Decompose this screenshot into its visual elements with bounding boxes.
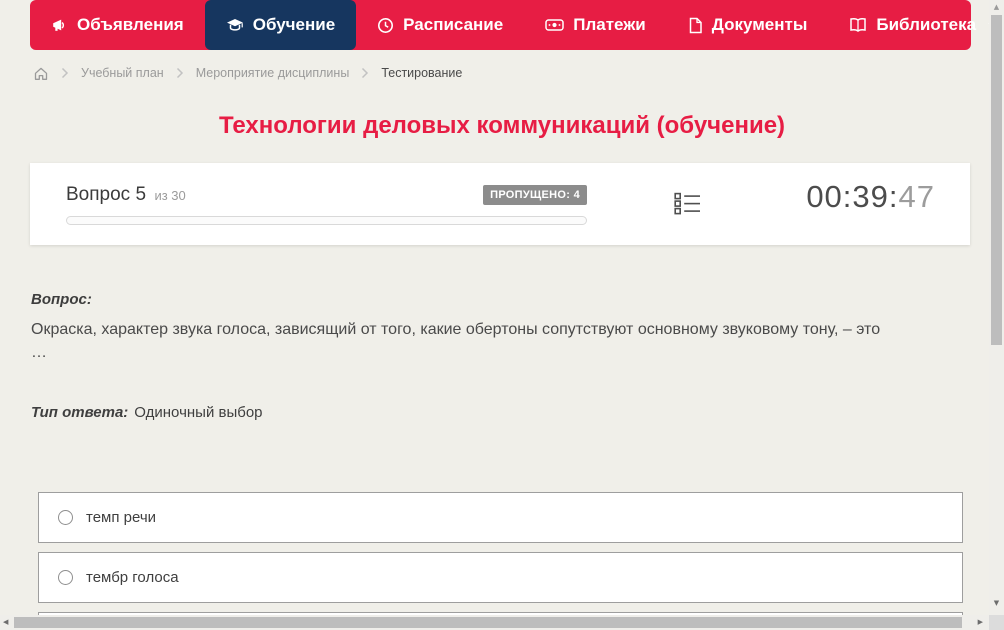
scroll-up-arrow-icon[interactable]: ▲ (989, 4, 1004, 11)
graduation-cap-icon (226, 17, 244, 34)
question-total: из 30 (154, 188, 186, 203)
document-icon (688, 17, 703, 34)
question-text-ellipsis: … (31, 344, 47, 361)
timer: 00:39:47 (806, 179, 935, 215)
chevron-right-icon (61, 67, 69, 79)
breadcrumb-item-discipline-event[interactable]: Мероприятие дисциплины (196, 66, 350, 80)
home-icon[interactable] (33, 66, 49, 81)
horizontal-scrollbar-thumb[interactable] (14, 617, 962, 628)
scroll-down-arrow-icon[interactable]: ▼ (989, 600, 1004, 607)
nav-item-announcements[interactable]: Объявления (30, 0, 205, 50)
answer-type-label: Тип ответа: (31, 404, 129, 421)
megaphone-icon (51, 17, 68, 34)
question-text: Окраска, характер звука голоса, зависящи… (31, 321, 881, 338)
banknote-icon (545, 17, 564, 33)
nav-item-label: Библиотека (876, 15, 977, 34)
page-title: Технологии деловых коммуникаций (обучени… (218, 112, 786, 139)
answer-option[interactable]: темп речи (38, 492, 963, 543)
answer-type: Тип ответа: Одиночный выбор (31, 404, 263, 421)
vertical-scrollbar-thumb[interactable] (991, 15, 1002, 345)
answer-option[interactable]: тембр голоса (38, 552, 963, 603)
radio-button[interactable] (58, 570, 73, 585)
clock-icon (377, 17, 394, 34)
vertical-scrollbar[interactable]: ▲ ▼ (989, 0, 1004, 630)
breadcrumb-item-testing: Тестирование (381, 66, 463, 80)
timer-seconds: 47 (898, 179, 935, 214)
nav-item-payments[interactable]: Платежи (524, 0, 667, 50)
answer-type-value: Одиночный выбор (134, 404, 263, 421)
open-book-icon (849, 17, 867, 33)
answer-option-label: темп речи (86, 509, 157, 526)
question-number: Вопрос 5 (66, 184, 147, 205)
breadcrumb-item-study-plan[interactable]: Учебный план (81, 66, 164, 80)
radio-button[interactable] (58, 510, 73, 525)
nav-item-label: Обучение (252, 15, 336, 34)
question-label: Вопрос: (31, 291, 92, 308)
nav-item-label: Платежи (573, 15, 646, 34)
nav-item-library[interactable]: Библиотека (828, 0, 1004, 50)
nav-item-label: Объявления (77, 15, 184, 34)
progress-bar (66, 216, 587, 225)
question-panel: Вопрос 5 из 30 ПРОПУЩЕНО: 4 00:39:47 (30, 163, 970, 245)
answer-option-label: тембр голоса (86, 569, 179, 586)
main-nav: Объявления Обучение Расписание Платежи Д… (30, 0, 999, 50)
nav-item-label: Расписание (403, 15, 504, 34)
nav-item-learning[interactable]: Обучение (204, 0, 357, 50)
question-progress-block: Вопрос 5 из 30 ПРОПУЩЕНО: 4 (66, 184, 587, 225)
nav-item-documents[interactable]: Документы (667, 0, 829, 50)
question-list-icon[interactable] (674, 190, 701, 222)
scroll-right-arrow-icon[interactable]: ▶ (978, 619, 983, 626)
horizontal-scrollbar[interactable]: ◀ ▶ (0, 615, 989, 630)
scrollbar-corner (989, 615, 1004, 630)
scroll-left-arrow-icon[interactable]: ◀ (3, 619, 8, 626)
nav-item-label: Документы (711, 15, 808, 34)
breadcrumb: Учебный план Мероприятие дисциплины Тест… (33, 63, 462, 83)
nav-item-schedule[interactable]: Расписание (356, 0, 524, 50)
chevron-right-icon (176, 67, 184, 79)
timer-elapsed: 00:39: (806, 179, 899, 214)
skipped-badge: ПРОПУЩЕНО: 4 (483, 185, 587, 205)
chevron-right-icon (361, 67, 369, 79)
